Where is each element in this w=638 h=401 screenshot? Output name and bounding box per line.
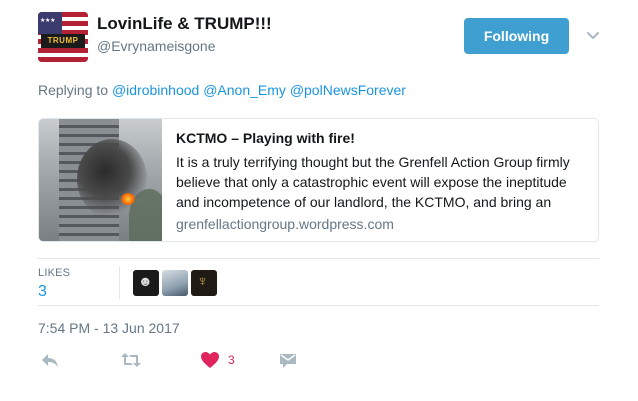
like-button[interactable]: 3 bbox=[200, 350, 235, 372]
mention-link[interactable]: @idrobinhood bbox=[112, 82, 199, 98]
liker-avatar[interactable]: ♆ bbox=[191, 270, 217, 296]
replying-to-label: Replying to bbox=[38, 82, 109, 98]
reply-button[interactable] bbox=[40, 350, 60, 372]
mention-link[interactable]: @polNewsForever bbox=[290, 82, 406, 98]
reply-icon bbox=[40, 350, 60, 370]
card-title: KCTMO – Playing with fire! bbox=[176, 130, 355, 146]
link-card[interactable]: KCTMO – Playing with fire! It is a truly… bbox=[38, 118, 599, 242]
tweet-stats: LIKES 3 ☻ ♆ bbox=[38, 258, 599, 306]
avatar[interactable]: TRUMP bbox=[38, 12, 88, 62]
direct-message-icon bbox=[278, 350, 298, 370]
retweet-button[interactable] bbox=[120, 350, 142, 372]
screen-name[interactable]: @Evrynameisgone bbox=[97, 38, 216, 54]
avatar-flag-canton bbox=[38, 12, 62, 34]
liker-figure-icon: ♆ bbox=[197, 273, 209, 290]
heart-icon bbox=[200, 350, 220, 370]
following-button[interactable]: Following bbox=[464, 18, 569, 54]
likes-count[interactable]: 3 bbox=[38, 283, 47, 301]
like-count: 3 bbox=[228, 353, 235, 367]
tweet-actions: 3 bbox=[38, 350, 338, 372]
card-domain: grenfellactiongroup.wordpress.com bbox=[176, 216, 394, 232]
replying-to: Replying to @idrobinhood @Anon_Emy @polN… bbox=[38, 82, 406, 98]
stats-divider bbox=[119, 267, 120, 299]
tweet-header: TRUMP LovinLife & TRUMP!!! @Evrynameisgo… bbox=[38, 12, 608, 62]
avatar-banner: TRUMP bbox=[41, 34, 85, 48]
direct-message-button[interactable] bbox=[278, 350, 298, 372]
liker-mask-icon: ☻ bbox=[138, 273, 153, 289]
mention-link[interactable]: @Anon_Emy bbox=[203, 82, 286, 98]
card-description: It is a truly terrifying thought but the… bbox=[176, 154, 570, 210]
tweet-timestamp[interactable]: 7:54 PM - 13 Jun 2017 bbox=[38, 320, 180, 336]
liker-avatar[interactable]: ☻ bbox=[133, 270, 159, 296]
card-thumbnail bbox=[39, 119, 162, 241]
display-name[interactable]: LovinLife & TRUMP!!! bbox=[97, 14, 272, 34]
liker-avatar[interactable] bbox=[162, 270, 188, 296]
retweet-icon bbox=[120, 350, 142, 370]
thumbnail-fire bbox=[121, 193, 135, 205]
caret-down-icon[interactable] bbox=[586, 28, 600, 42]
card-body: KCTMO – Playing with fire! It is a truly… bbox=[176, 129, 586, 233]
likes-label: LIKES bbox=[38, 267, 71, 279]
